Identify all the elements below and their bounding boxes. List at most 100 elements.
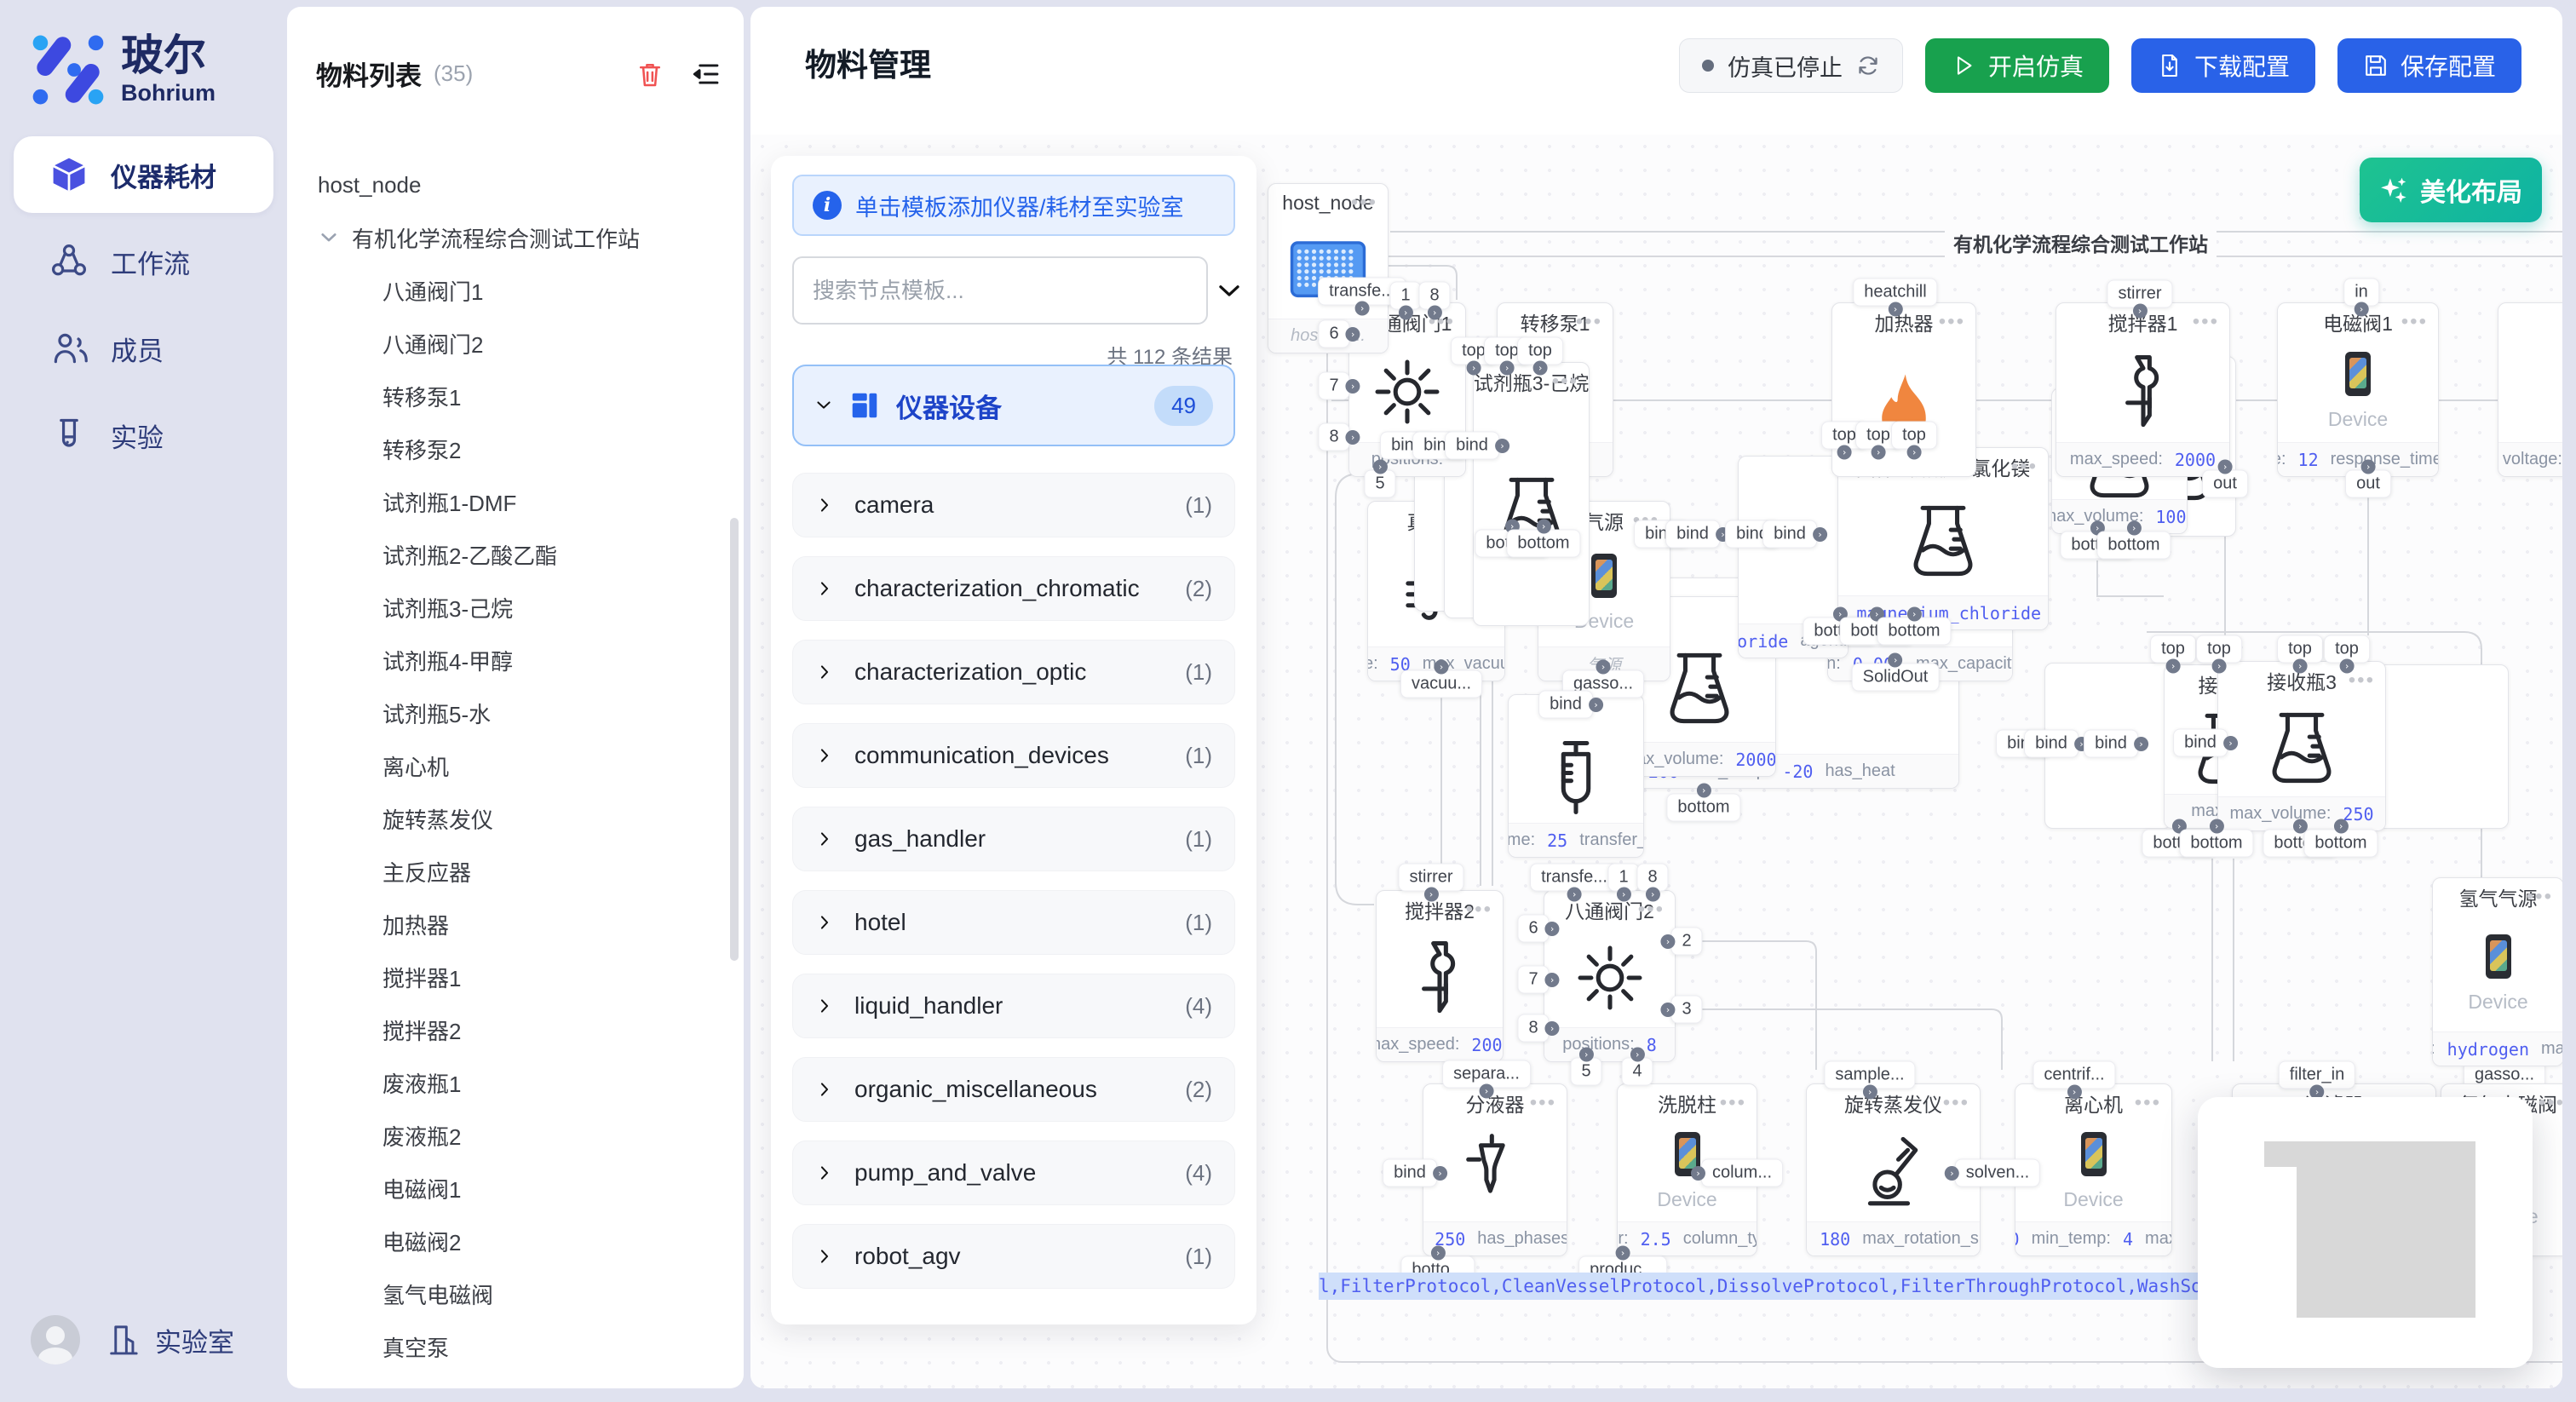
port-connector-icon[interactable]: › [1596, 660, 1610, 675]
port-connector-icon[interactable]: › [1537, 520, 1551, 534]
port-pill-top[interactable]: top› [2324, 635, 2370, 664]
tree-item[interactable]: 主反应器 [287, 845, 733, 898]
port-connector-icon[interactable]: › [1579, 1048, 1594, 1062]
port-connector-icon[interactable]: › [1863, 1085, 1877, 1100]
avatar[interactable] [31, 1315, 80, 1365]
node-menu-icon[interactable]: ••• [1576, 303, 1602, 341]
tree-item[interactable]: 废液瓶2 [287, 1109, 733, 1162]
port-connector-icon[interactable]: › [2218, 460, 2233, 474]
port-connector-icon[interactable]: › [1428, 306, 1442, 320]
port-pill-bind[interactable]: bind› [1762, 520, 1817, 549]
port-pill-7[interactable]: 7› [1517, 966, 1549, 994]
port-pill-5[interactable]: 5› [1570, 1058, 1601, 1086]
port-connector-icon[interactable]: › [1697, 784, 1711, 798]
port-pill-filter_in[interactable]: filter_in› [2279, 1061, 2355, 1089]
tree-item[interactable]: 试剂瓶4-甲醇 [287, 634, 733, 687]
port-connector-icon[interactable]: › [2223, 736, 2238, 750]
port-connector-icon[interactable]: › [1660, 1003, 1675, 1017]
port-connector-icon[interactable]: › [2132, 304, 2147, 319]
port-connector-icon[interactable]: › [2212, 659, 2227, 674]
sidebar-item-workflow[interactable]: 工作流 [14, 223, 273, 300]
port-pill-bottom[interactable]: bottom› [2096, 531, 2171, 560]
start-simulation-button[interactable]: 开启仿真 [1925, 38, 2109, 93]
refresh-icon[interactable] [1856, 54, 1880, 78]
tree-item[interactable]: 八通阀门1 [287, 264, 733, 317]
chevron-down-icon[interactable] [318, 227, 340, 249]
port-pill-bottom[interactable]: bottom› [2303, 830, 2378, 858]
port-connector-icon[interactable]: › [1346, 327, 1360, 342]
port-pill-solven[interactable]: solven...› [1955, 1159, 2040, 1187]
port-pill-5[interactable]: 5› [1364, 470, 1395, 498]
port-pill-6[interactable]: 6› [1318, 320, 1349, 348]
port-connector-icon[interactable]: › [2166, 659, 2181, 674]
port-connector-icon[interactable]: › [1615, 1246, 1630, 1261]
port-connector-icon[interactable]: › [1467, 361, 1481, 376]
port-pill-vacuu[interactable]: vacuu...› [1400, 670, 1482, 698]
port-connector-icon[interactable]: › [1346, 430, 1360, 445]
port-pill-1[interactable]: 1› [1607, 864, 1639, 892]
tree-item[interactable]: 电磁阀1 [287, 1162, 733, 1215]
port-pill-centrif[interactable]: centrif...› [2033, 1061, 2115, 1089]
port-pill-8[interactable]: 8› [1517, 1014, 1549, 1043]
port-pill-bind[interactable]: bind› [2173, 729, 2228, 757]
tree-item[interactable]: 旋转蒸发仪 [287, 792, 733, 845]
chevron-down-icon[interactable] [1214, 275, 1245, 306]
port-pill-bind[interactable]: bind› [1445, 432, 1499, 460]
delete-icon[interactable] [635, 59, 665, 89]
sidebar-footer[interactable]: 实验室 [31, 1315, 234, 1365]
collapse-panel-icon[interactable] [691, 59, 722, 89]
port-connector-icon[interactable]: › [1423, 888, 1438, 902]
port-connector-icon[interactable]: › [1431, 1246, 1446, 1261]
tree-item[interactable]: 试剂瓶3-己烷 [287, 581, 733, 634]
save-config-button[interactable]: 保存配置 [2337, 38, 2521, 93]
port-connector-icon[interactable]: › [1500, 361, 1515, 376]
port-connector-icon[interactable]: › [1691, 1166, 1705, 1181]
canvas-node-氢气气源[interactable]: 氢气气源•••Device_type:hydrogenmax_pre [2432, 877, 2562, 1066]
port-connector-icon[interactable]: › [1545, 973, 1560, 987]
port-connector-icon[interactable]: › [1567, 888, 1582, 902]
port-connector-icon[interactable]: › [1545, 922, 1560, 936]
node-menu-icon[interactable]: ••• [2539, 1084, 2562, 1122]
canvas-node-试剂瓶3-己烷[interactable]: 试剂瓶3-己烷••• [1473, 362, 1590, 626]
port-pill-bottom[interactable]: bottom› [2179, 830, 2253, 858]
category-row-characterization_optic[interactable]: characterization_optic(1) [792, 640, 1235, 704]
port-pill-bind[interactable]: bind› [2084, 730, 2138, 758]
port-pill-transfe[interactable]: transfe...› [1530, 864, 1619, 892]
tree-item[interactable]: 转移泵1 [287, 370, 733, 422]
tree-item[interactable]: 试剂瓶5-水 [287, 687, 733, 739]
port-pill-out[interactable]: out› [2202, 470, 2248, 498]
port-connector-icon[interactable]: › [1889, 653, 1903, 668]
port-connector-icon[interactable]: › [1872, 445, 1886, 460]
port-connector-icon[interactable]: › [1373, 460, 1388, 474]
port-connector-icon[interactable]: › [1660, 934, 1675, 949]
node-menu-icon[interactable]: ••• [2193, 303, 2219, 341]
port-pill-colum[interactable]: colum...› [1701, 1159, 1783, 1187]
canvas-node-加热器[interactable]: 加热器••• [1831, 302, 1976, 477]
port-pill-out[interactable]: out› [2345, 470, 2391, 498]
port-pill-bind[interactable]: bind› [1538, 691, 1593, 719]
tree-item[interactable]: 电磁阀2 [287, 1215, 733, 1267]
port-pill-stirrer[interactable]: stirrer› [1398, 864, 1463, 892]
port-pill-sample[interactable]: sample...› [1824, 1061, 1915, 1089]
port-pill-1[interactable]: 1› [1389, 282, 1421, 310]
port-pill-separa[interactable]: separa...› [1442, 1060, 1531, 1089]
port-pill-2[interactable]: 2› [1670, 928, 1702, 956]
category-row-gas_handler[interactable]: gas_handler(1) [792, 807, 1235, 871]
port-connector-icon[interactable]: › [2293, 659, 2308, 674]
port-pill-6[interactable]: 6› [1517, 915, 1549, 943]
tree-item[interactable]: host_node [287, 158, 733, 211]
canvas-node-接收瓶3[interactable]: 接收瓶3•••max_volume:250 [2217, 661, 2386, 831]
port-pill-top[interactable]: top› [1517, 337, 1563, 365]
port-connector-icon[interactable]: › [2340, 659, 2355, 674]
port-connector-icon[interactable]: › [1907, 445, 1922, 460]
port-pill-4[interactable]: 4› [1621, 1058, 1653, 1086]
port-connector-icon[interactable]: › [2127, 521, 2142, 536]
port-pill-top[interactable]: top› [2150, 635, 2196, 664]
port-pill-8[interactable]: 8› [1318, 423, 1349, 451]
canvas-node-搅拌器1[interactable]: 搅拌器1•••max_speed:2000 [2056, 302, 2230, 477]
node-menu-icon[interactable]: ••• [1939, 303, 1965, 341]
beautify-layout-button[interactable]: 美化布局 [2360, 158, 2542, 222]
category-row-organic_miscellaneous[interactable]: organic_miscellaneous(2) [792, 1057, 1235, 1122]
node-menu-icon[interactable]: ••• [2401, 303, 2428, 341]
canvas-node-搅拌器2[interactable]: 搅拌器2•••max_speed:2000 [1376, 890, 1504, 1062]
